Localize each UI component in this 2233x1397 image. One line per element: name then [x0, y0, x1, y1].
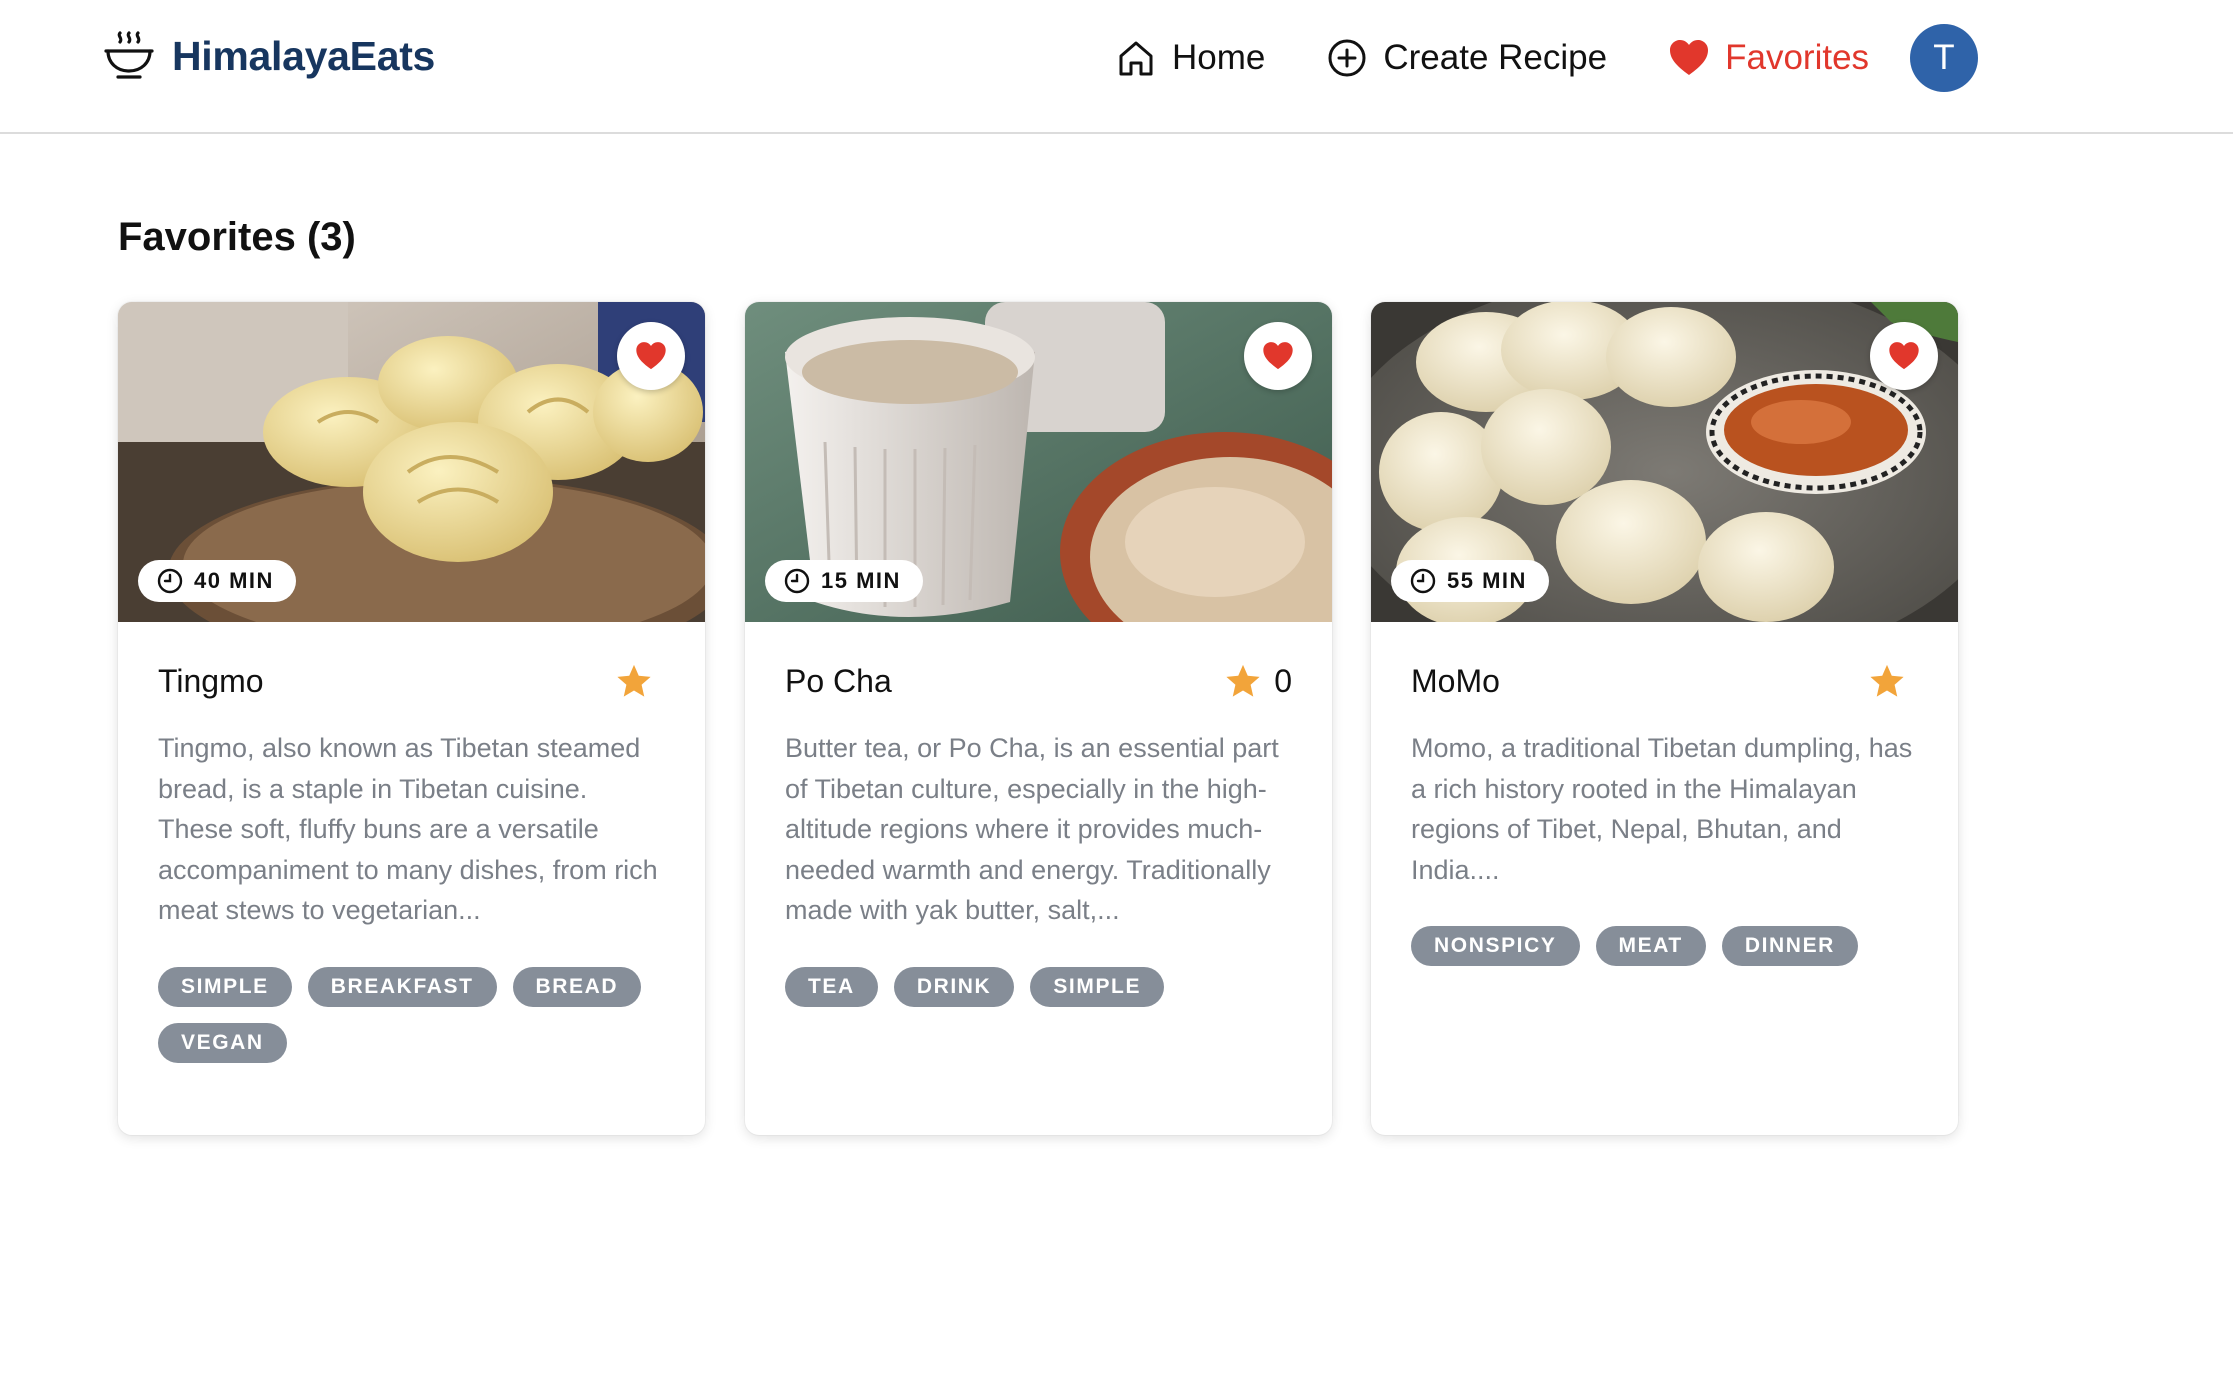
recipe-rating — [615, 662, 665, 700]
clock-icon — [784, 568, 810, 594]
recipe-title[interactable]: Po Cha — [785, 663, 892, 700]
cook-time-badge: 55 MIN — [1391, 560, 1549, 602]
cook-time-label: 15 MIN — [821, 568, 901, 593]
recipe-image: 15 MIN — [745, 302, 1332, 622]
nav-favorites[interactable]: Favorites — [1667, 36, 1869, 80]
recipe-description: Tingmo, also known as Tibetan steamed br… — [158, 733, 658, 925]
star-icon — [617, 664, 651, 697]
user-avatar[interactable]: T — [1910, 24, 1978, 92]
star-icon — [1870, 664, 1904, 697]
brand-logo-link[interactable]: HimalayaEats — [100, 27, 435, 85]
cook-time-label: 40 MIN — [194, 568, 274, 593]
page-title: Favorites (3) — [118, 215, 356, 259]
clock-icon — [1410, 568, 1436, 594]
rating-value: 0 — [1274, 662, 1292, 699]
nav-home-label: Home — [1172, 38, 1266, 77]
recipe-rating: 0 — [1224, 662, 1292, 700]
recipe-card[interactable]: 15 MIN Po Cha 0 Butter tea, or Po Cha, i… — [745, 302, 1332, 1135]
recipe-tag[interactable]: MEAT — [1595, 926, 1706, 966]
recipe-description: Momo, a traditional Tibetan dumpling, ha… — [1411, 733, 1913, 885]
cook-time-badge: 40 MIN — [138, 560, 296, 602]
recipe-tag[interactable]: NONSPICY — [1411, 926, 1580, 966]
recipe-image: 40 MIN — [118, 302, 705, 622]
cook-time-badge: 15 MIN — [765, 560, 923, 602]
clock-icon — [157, 568, 183, 594]
recipe-description: Butter tea, or Po Cha, is an essential p… — [785, 733, 1279, 925]
plus-circle-icon — [1328, 39, 1366, 77]
star-icon — [1226, 664, 1260, 697]
home-icon — [1119, 41, 1153, 76]
recipe-tag[interactable]: SIMPLE — [1030, 966, 1165, 1007]
recipe-card[interactable]: 40 MIN Tingmo Tingmo, also known as Tibe… — [118, 302, 705, 1135]
recipe-title[interactable]: Tingmo — [158, 663, 264, 700]
recipe-tag[interactable]: DRINK — [893, 966, 1015, 1007]
recipe-tag[interactable]: DINNER — [1721, 926, 1858, 966]
tag-list: NONSPICY MEAT DINNER — [1411, 926, 1918, 966]
bowl-icon — [104, 31, 154, 79]
heart-icon — [1670, 40, 1709, 75]
heart-icon — [636, 342, 666, 370]
recipe-tag[interactable]: SIMPLE — [158, 966, 292, 1007]
recipe-image: 55 MIN — [1371, 302, 1958, 622]
nav-create-recipe-label: Create Recipe — [1383, 38, 1608, 77]
recipe-tag[interactable]: VEGAN — [158, 1022, 287, 1063]
main-nav: Home Create Recipe Favorites — [1114, 30, 1929, 86]
favorite-button[interactable] — [1244, 322, 1312, 390]
heart-icon — [1889, 342, 1919, 370]
recipe-title[interactable]: MoMo — [1411, 663, 1500, 700]
favorite-button[interactable] — [617, 322, 685, 390]
recipe-tag[interactable]: TEA — [785, 966, 878, 1007]
recipe-tag[interactable]: BREAD — [512, 966, 642, 1007]
nav-home[interactable]: Home — [1114, 36, 1265, 80]
favorite-button[interactable] — [1870, 322, 1938, 390]
recipe-rating — [1868, 662, 1918, 700]
cook-time-label: 55 MIN — [1447, 568, 1527, 593]
heart-icon — [1263, 342, 1293, 370]
tag-list: SIMPLE BREAKFAST BREAD VEGAN — [158, 966, 665, 1063]
brand-name: HimalayaEats — [172, 32, 436, 79]
nav-favorites-label: Favorites — [1725, 38, 1870, 77]
tag-list: TEA DRINK SIMPLE — [785, 966, 1292, 1007]
nav-create-recipe[interactable]: Create Recipe — [1325, 36, 1607, 80]
top-navbar: HimalayaEats Home Create Recipe Favorite… — [0, 0, 2233, 134]
recipe-tag[interactable]: BREAKFAST — [307, 966, 497, 1007]
recipe-card[interactable]: 55 MIN MoMo Momo, a traditional Tibetan … — [1371, 302, 1958, 1135]
